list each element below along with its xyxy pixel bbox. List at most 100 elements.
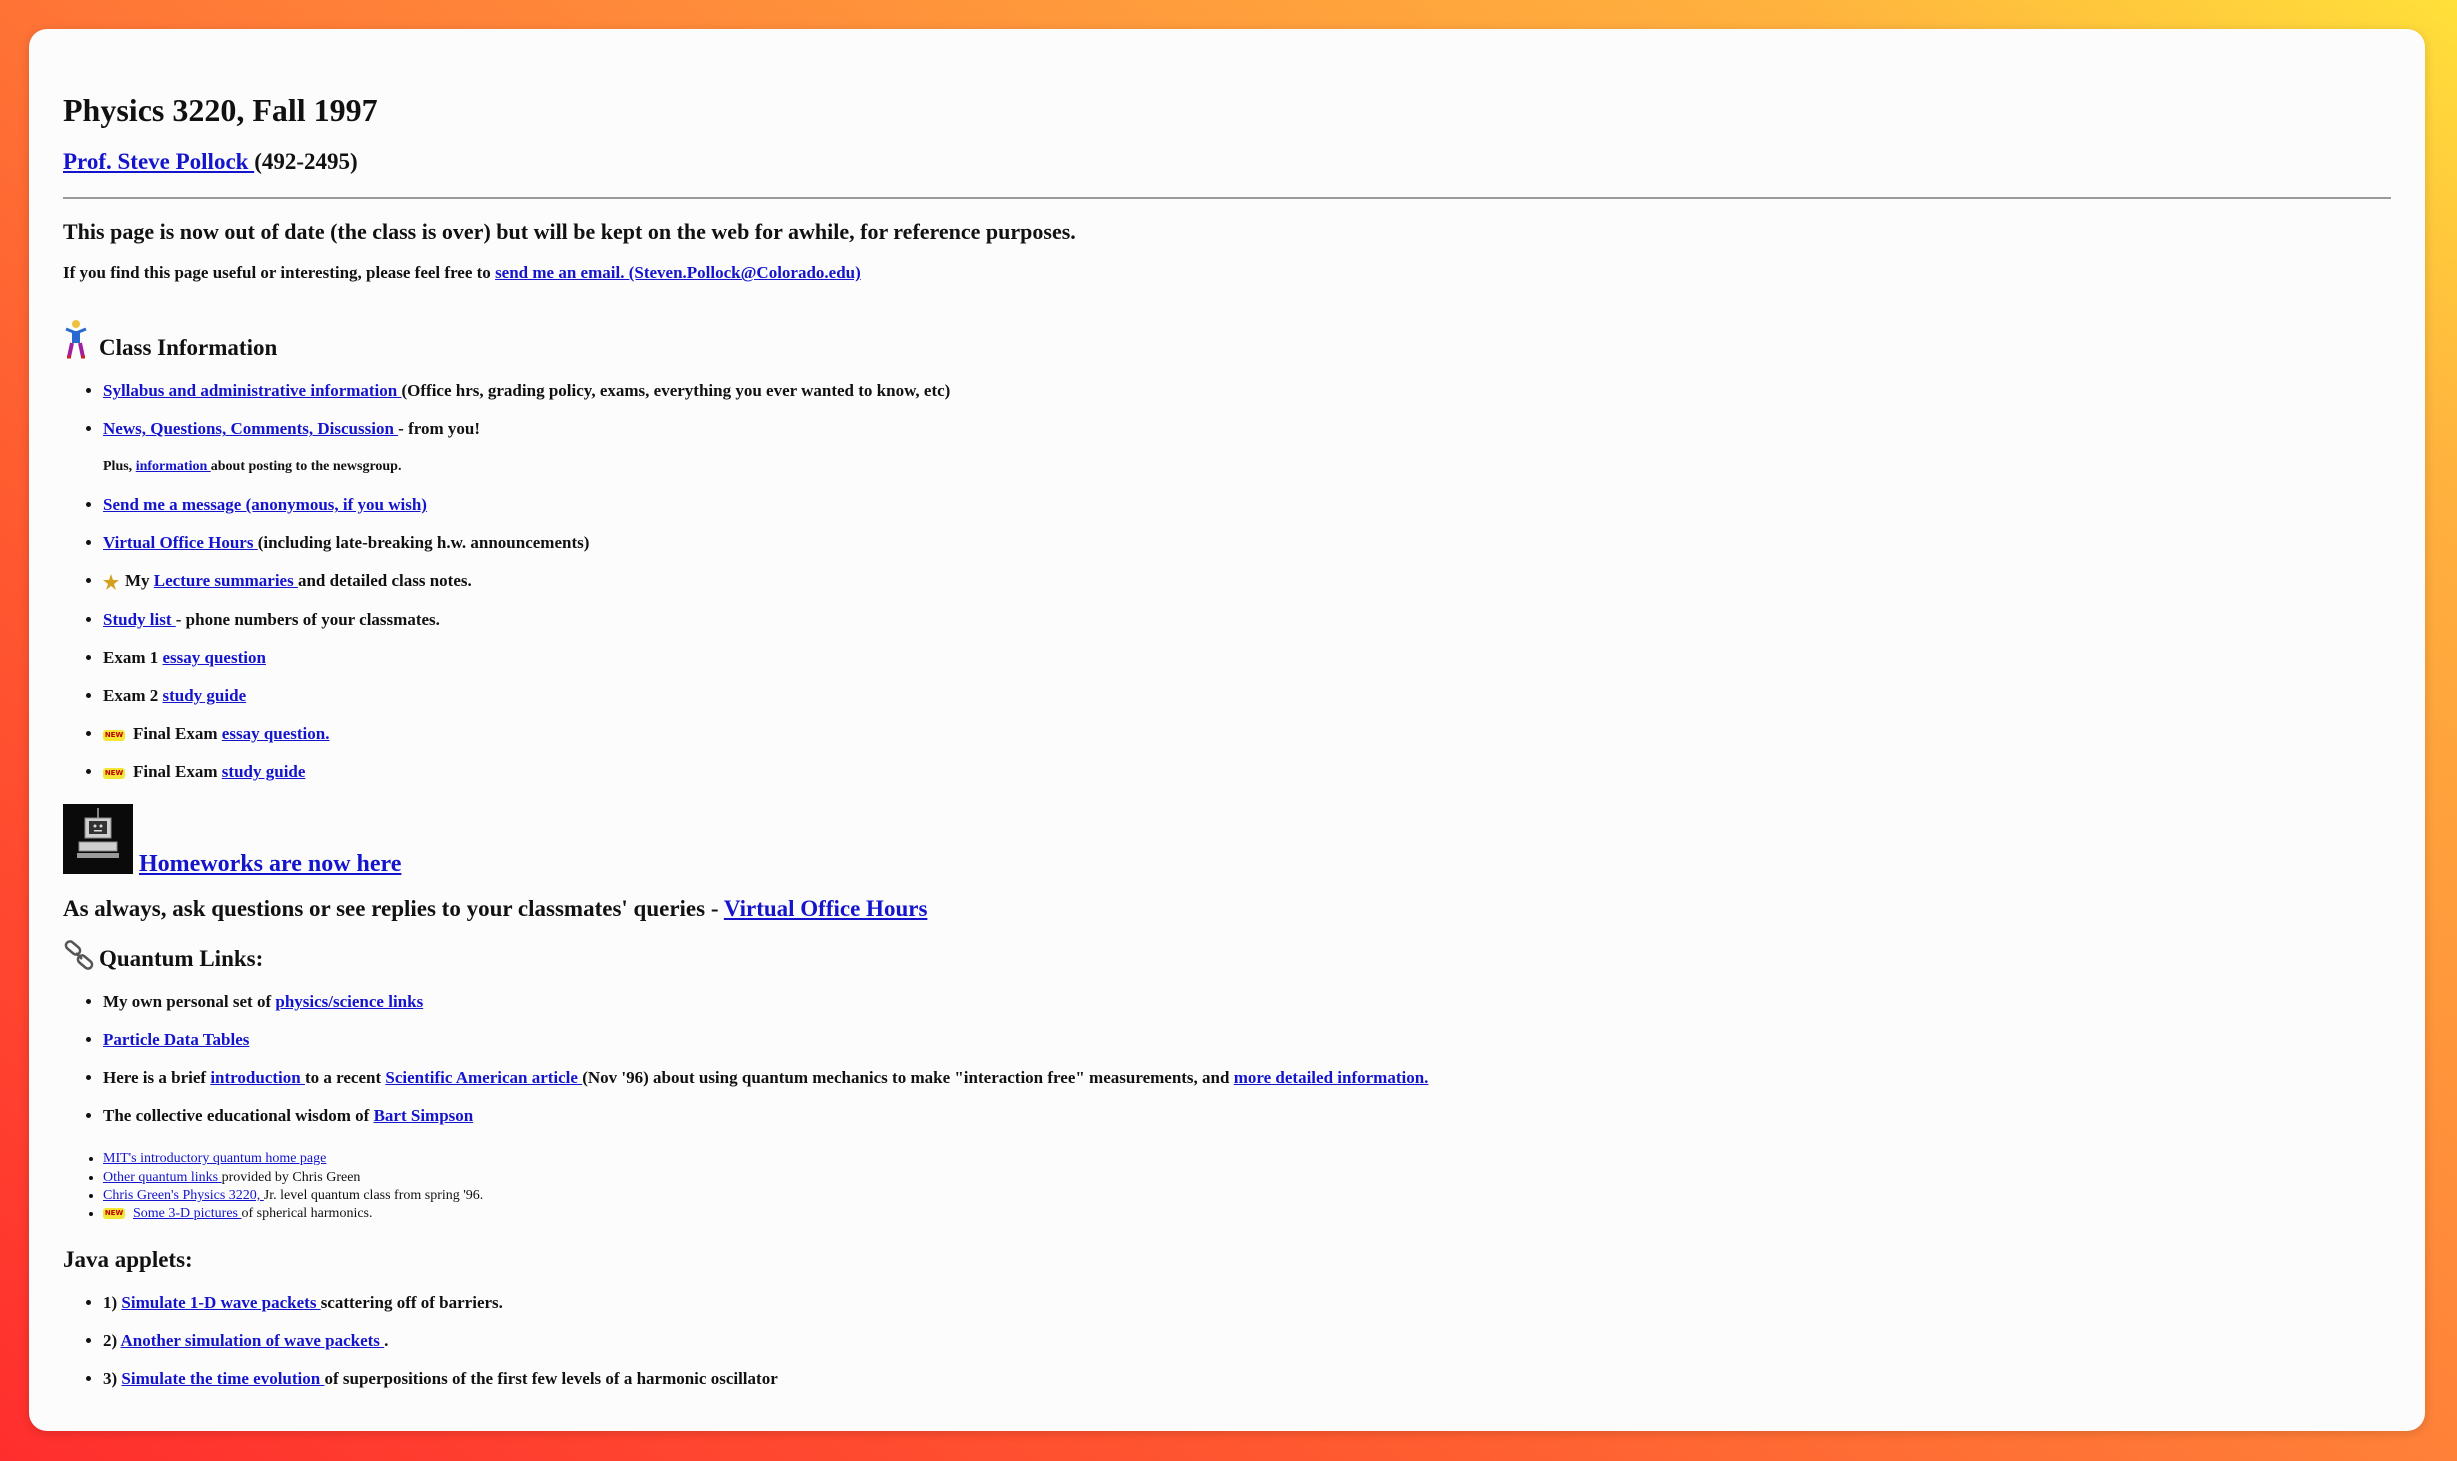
final-essay-link[interactable]: essay question.: [222, 724, 330, 743]
physics-science-links[interactable]: physics/science links: [275, 992, 423, 1011]
brief-text: Here is a brief: [103, 1068, 211, 1088]
exam2-label: Exam 2: [103, 686, 163, 706]
ask-office-hours-link[interactable]: Virtual Office Hours: [724, 896, 928, 921]
other-quantum-desc: provided by Chris Green: [221, 1169, 361, 1185]
syllabus-link[interactable]: Syllabus and administrative information: [103, 381, 402, 400]
chris-green-desc: Jr. level quantum class from spring '96.: [263, 1187, 484, 1203]
chris-green-link[interactable]: Chris Green's Physics 3220,: [103, 1188, 264, 1203]
bart-text: The collective educational wisdom of: [103, 1106, 374, 1126]
more-info-link[interactable]: more detailed information.: [1234, 1068, 1429, 1087]
list-item: NEW Final Exam essay question.: [103, 725, 2391, 742]
ask-text: As always, ask questions or see replies …: [63, 896, 724, 922]
list-item: Other quantum links provided by Chris Gr…: [103, 1169, 2391, 1187]
list-item: Chris Green's Physics 3220, Jr. level qu…: [103, 1187, 2391, 1205]
office-hours-desc: (including late-breaking h.w. announceme…: [257, 533, 590, 553]
new-badge-icon: NEW: [103, 730, 125, 742]
browser-page: Physics 3220, Fall 1997 Prof. Steve Poll…: [29, 29, 2425, 1431]
star-icon: [103, 574, 119, 591]
syllabus-desc: (Office hrs, grading policy, exams, ever…: [401, 381, 951, 401]
ask-questions-line: As always, ask questions or see replies …: [63, 896, 2391, 922]
class-info-list-2: Send me a message (anonymous, if you wis…: [63, 496, 2391, 780]
list-item: NEW Some 3-D pictures of spherical harmon…: [103, 1205, 2391, 1223]
list-item: My own personal set of physics/science l…: [103, 993, 2391, 1010]
homeworks-link[interactable]: Homeworks are now here: [139, 851, 401, 878]
quantum-links-header: Quantum Links:: [63, 940, 2391, 972]
other-quantum-link[interactable]: Other quantum links: [103, 1170, 222, 1185]
list-item: News, Questions, Comments, Discussion - …: [103, 420, 2391, 437]
class-info-heading: Class Information: [99, 335, 278, 361]
another-simulation-link[interactable]: Another simulation of wave packets: [120, 1331, 384, 1350]
bart-simpson-link[interactable]: Bart Simpson: [374, 1106, 474, 1125]
new-badge-icon: NEW: [103, 768, 125, 780]
newsgroup-info-link[interactable]: information: [136, 459, 211, 474]
class-info-header: Class Information: [63, 319, 2391, 361]
list-item: 1) Simulate 1-D wave packets scattering …: [103, 1294, 2391, 1311]
list-item: Send me a message (anonymous, if you wis…: [103, 496, 2391, 513]
email-link[interactable]: send me an email. (Steven.Pollock@Colora…: [495, 263, 861, 282]
wave-packets-link[interactable]: Simulate 1-D wave packets: [121, 1293, 320, 1312]
another-simulation-desc: .: [384, 1331, 389, 1351]
list-item: 2) Another simulation of wave packets .: [103, 1332, 2391, 1349]
list-item: Study list - phone numbers of your class…: [103, 611, 2391, 628]
newsgroup-desc: about posting to the newsgroup.: [210, 459, 402, 475]
brief-mid-text: to a recent: [304, 1068, 386, 1088]
homework-row: Homeworks are now here: [63, 804, 2391, 877]
plus-text: Plus,: [103, 459, 136, 475]
class-info-list: Syllabus and administrative information …: [63, 382, 2391, 437]
feedback-line: If you find this page useful or interest…: [63, 263, 2391, 283]
new-badge-icon: NEW: [103, 1208, 125, 1220]
list-item: Exam 2 study guide: [103, 687, 2391, 704]
java-applets-list: 1) Simulate 1-D wave packets scattering …: [63, 1294, 2391, 1387]
particle-data-link[interactable]: Particle Data Tables: [103, 1030, 249, 1049]
study-list-desc: - phone numbers of your classmates.: [175, 610, 440, 630]
divider: [63, 197, 2391, 200]
list-item: Virtual Office Hours (including late-bre…: [103, 534, 2391, 551]
time-evolution-desc: of superpositions of the first few level…: [324, 1369, 778, 1389]
brief-desc: (Nov '96) about using quantum mechanics …: [582, 1068, 1234, 1088]
send-message-link[interactable]: Send me a message (anonymous, if you wis…: [103, 495, 427, 514]
applet-number: 2): [103, 1331, 121, 1351]
introduction-link[interactable]: introduction: [210, 1068, 305, 1087]
wave-packets-desc: scattering off of barriers.: [320, 1293, 503, 1313]
professor-line: Prof. Steve Pollock (492-2495): [63, 149, 2391, 175]
page-title: Physics 3220, Fall 1997: [63, 92, 378, 128]
list-item: 3) Simulate the time evolution of superp…: [103, 1370, 2391, 1387]
applet-number: 3): [103, 1369, 122, 1389]
office-hours-link[interactable]: Virtual Office Hours: [103, 533, 258, 552]
list-item: NEW Final Exam study guide: [103, 763, 2391, 780]
exam1-label: Exam 1: [103, 648, 163, 668]
list-item: Exam 1 essay question: [103, 649, 2391, 666]
mit-quantum-link[interactable]: MIT's introductory quantum home page: [103, 1151, 326, 1166]
person-icon: [65, 320, 87, 359]
professor-link[interactable]: Prof. Steve Pollock: [63, 149, 254, 174]
applet-number: 1): [103, 1293, 122, 1313]
list-item: Here is a brief introduction to a recent…: [103, 1069, 2391, 1086]
list-item: Particle Data Tables: [103, 1031, 2391, 1048]
scientific-american-link[interactable]: Scientific American article: [385, 1068, 582, 1087]
spherical-harmonics-desc: of spherical harmonics.: [241, 1206, 373, 1222]
java-applets-heading: Java applets:: [63, 1247, 193, 1273]
newsgroup-note: Plus, information about posting to the n…: [103, 459, 2391, 475]
computer-icon[interactable]: [63, 804, 133, 875]
final-label: Final Exam: [133, 724, 222, 744]
quantum-links-list: My own personal set of physics/science l…: [63, 993, 2391, 1124]
time-evolution-link[interactable]: Simulate the time evolution: [121, 1369, 324, 1388]
professor-phone: (492-2495): [254, 149, 358, 175]
news-link[interactable]: News, Questions, Comments, Discussion: [103, 419, 398, 438]
list-item: The collective educational wisdom of Bar…: [103, 1107, 2391, 1124]
study-list-link[interactable]: Study list: [103, 610, 176, 629]
exam1-essay-link[interactable]: essay question: [163, 648, 266, 667]
spherical-harmonics-link[interactable]: Some 3-D pictures: [133, 1206, 241, 1221]
chain-link-icon: [64, 940, 94, 971]
lecture-prefix: My: [125, 571, 154, 591]
personal-links-text: My own personal set of: [103, 992, 276, 1012]
feedback-text: If you find this page useful or interest…: [63, 263, 496, 283]
page-content: Physics 3220, Fall 1997 Prof. Steve Poll…: [63, 59, 2391, 1387]
final-study-link[interactable]: study guide: [222, 762, 306, 781]
out-of-date-notice: This page is now out of date (the class …: [63, 219, 1076, 245]
list-item: Syllabus and administrative information …: [103, 382, 2391, 399]
lecture-summaries-link[interactable]: Lecture summaries: [154, 571, 298, 590]
exam2-study-link[interactable]: study guide: [163, 686, 247, 705]
lecture-desc: and detailed class notes.: [297, 571, 472, 591]
quantum-links-heading: Quantum Links:: [99, 946, 264, 972]
